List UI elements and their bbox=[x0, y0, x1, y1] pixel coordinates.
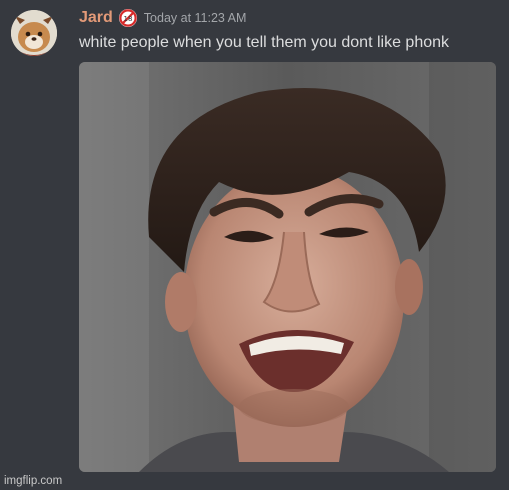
crying-man-photo bbox=[79, 62, 496, 472]
username[interactable]: Jard bbox=[79, 9, 113, 27]
message-timestamp: Today at 11:23 AM bbox=[143, 11, 247, 25]
no-symbol-icon: 18 bbox=[118, 8, 138, 28]
avatar[interactable] bbox=[11, 10, 57, 56]
svg-text:18: 18 bbox=[123, 15, 132, 23]
chat-message: Jard 18 Today at 11:23 AM white people w… bbox=[0, 0, 509, 490]
image-attachment[interactable] bbox=[79, 62, 496, 472]
cartoon-dog-avatar-icon bbox=[11, 10, 57, 56]
message-header: Jard 18 Today at 11:23 AM bbox=[79, 7, 246, 29]
imgflip-watermark: imgflip.com bbox=[4, 475, 63, 487]
message-text: white people when you tell them you dont… bbox=[79, 34, 450, 51]
